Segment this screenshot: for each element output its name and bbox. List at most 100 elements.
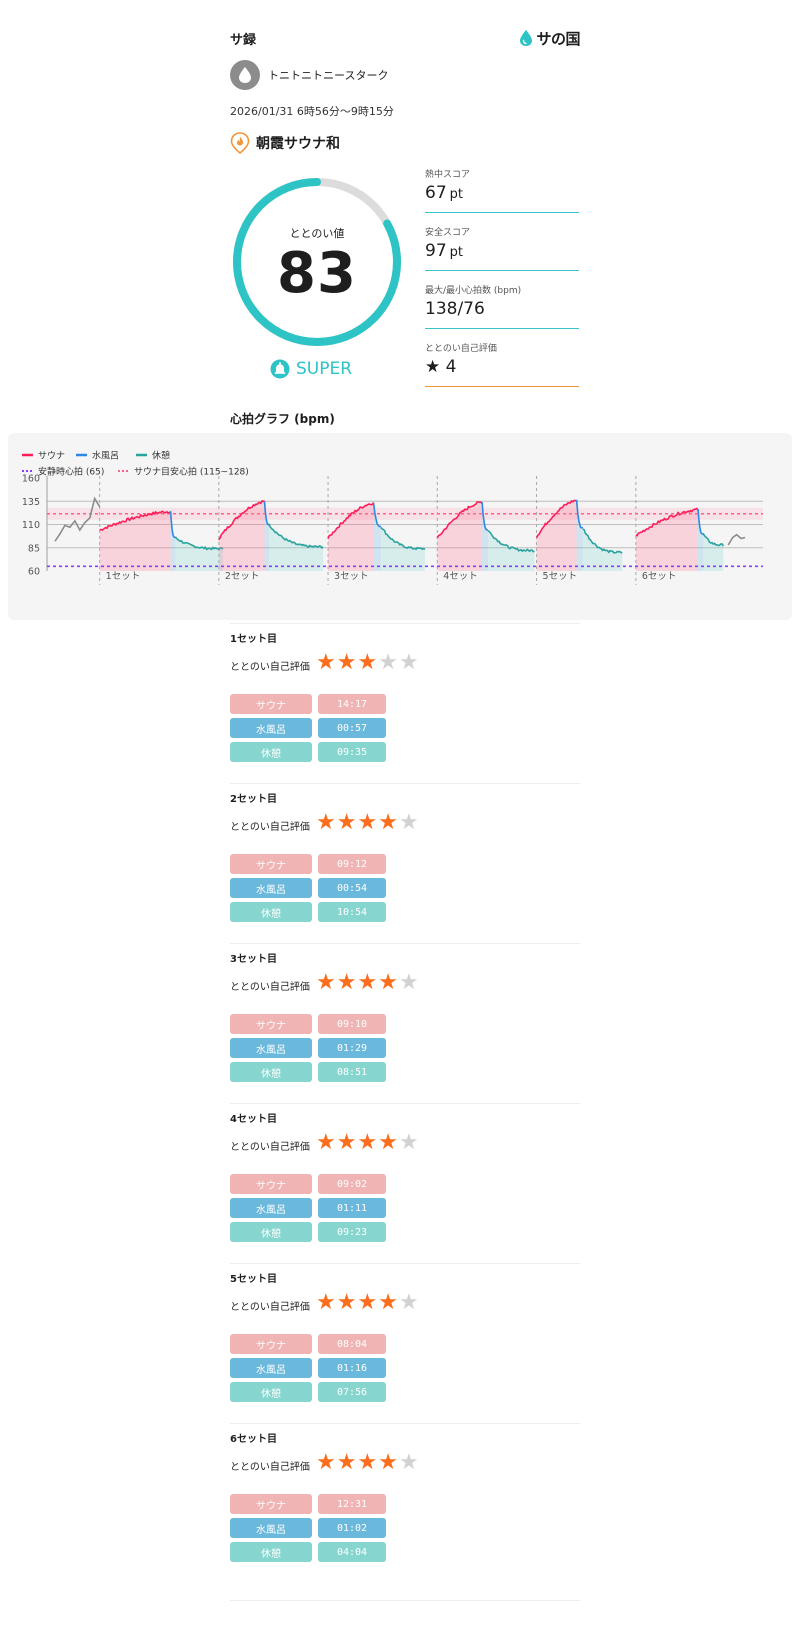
star-filled-icon: ★ (357, 1450, 378, 1475)
sauna-label-tag: サウナ (230, 694, 312, 714)
y-tick-label: 135 (22, 497, 40, 508)
heart-rate-range: 最大/最小心拍数 (bpm) 138/76 (425, 283, 579, 329)
stat-label: 安全スコア (425, 228, 471, 238)
user-name[interactable]: トニトニトニースターク (268, 67, 388, 83)
sauna-time-tag: 12:31 (318, 1494, 386, 1514)
star-filled-icon: ★ (357, 810, 378, 835)
facility-name[interactable]: 朝霞サウナ和 (256, 133, 340, 153)
rank-text: SUPER (296, 359, 353, 379)
sauna-time-tag: 09:10 (318, 1014, 386, 1034)
sauna-heart-rate-area (99, 511, 171, 571)
set-rating-stars: ★ ★ ★ ★ ★ (316, 970, 419, 996)
rest-time-tag: 10:54 (318, 902, 386, 922)
stat-value: 138/76 (425, 299, 485, 319)
set-axis-label: 5セット (543, 571, 578, 582)
set-block-2: 2セット目 ととのい自己評価 ★ ★ ★ ★ ★ サウナ 09:12 水風呂 00:54 休憩 10:5… (230, 783, 580, 933)
stat-label: 熱中スコア (425, 170, 471, 180)
water-bath-time-tag: 01:02 (318, 1518, 386, 1538)
set-rating-label: ととのい自己評価 (230, 662, 310, 673)
rest-time-tag: 04:04 (318, 1542, 386, 1562)
legend-label: 水風呂 (92, 450, 119, 462)
brand-logo: サの国 (519, 28, 580, 49)
water-drop-icon (239, 67, 251, 83)
set-rating-label: ととのい自己評価 (230, 1302, 310, 1313)
heat-score: 熱中スコア 67 pt (425, 167, 579, 213)
app-title: サ録 (230, 32, 257, 48)
avatar[interactable] (230, 60, 260, 90)
set-block-5: 5セット目 ととのい自己評価 ★ ★ ★ ★ ★ サウナ 08:04 水風呂 01:16 休憩 07:5… (230, 1263, 580, 1413)
star-empty-icon: ★ (398, 1450, 419, 1475)
facility-row[interactable]: 朝霞サウナ和 (230, 130, 580, 156)
rank-badge: SUPER (270, 359, 352, 379)
user-row[interactable]: トニトニトニースターク (230, 60, 580, 90)
sauna-time-tag: 14:17 (318, 694, 386, 714)
set-title: 1セット目 (230, 634, 277, 645)
star-filled-icon: ★ (357, 970, 378, 995)
sauna-label-tag: サウナ (230, 1494, 312, 1514)
sauna-time-tag: 08:04 (318, 1334, 386, 1354)
set-rating-stars: ★ ★ ★ ★ ★ (316, 1130, 419, 1156)
heart-rate-chart-svg: サウナ 水風呂 休憩安静時心拍 (65) サウナ目安心拍 (115~128) 160 13… (22, 450, 763, 585)
legend-label: 安静時心拍 (65) (38, 466, 104, 478)
score-value: 83 (277, 241, 357, 306)
set-axis-label: 1セット (106, 571, 141, 582)
idle-heart-rate-line (727, 533, 746, 546)
set-rating-label: ととのい自己評価 (230, 822, 310, 833)
rest-label-tag: 休憩 (230, 1062, 312, 1082)
self-rating: ととのい自己評価 ★ 4 (425, 341, 579, 387)
rest-label-tag: 休憩 (230, 742, 312, 762)
heat-score-value: 67 (425, 183, 447, 203)
star-filled-icon: ★ (316, 1290, 336, 1315)
water-bath-time-tag: 00:54 (318, 878, 386, 898)
star-filled-icon: ★ (336, 810, 357, 835)
star-filled-icon: ★ (378, 1130, 398, 1155)
rest-heart-rate-area (269, 523, 324, 571)
star-filled-icon: ★ (316, 970, 336, 995)
sauna-label-tag: サウナ (230, 1174, 312, 1194)
set-axis-label: 4セット (443, 571, 478, 582)
star-filled-icon: ★ (357, 1130, 378, 1155)
heart-rate-graph-title: 心拍グラフ (bpm) (230, 412, 335, 426)
legend-label: サウナ (38, 451, 65, 462)
safety-score: 安全スコア 97 pt (425, 225, 579, 271)
stat-value: 67 pt (425, 183, 463, 203)
set-rating-label: ととのい自己評価 (230, 1462, 310, 1473)
star-filled-icon: ★ (336, 1130, 357, 1155)
legend-label: 休憩 (152, 450, 170, 462)
stat-unit: pt (449, 245, 463, 260)
rest-time-tag: 09:35 (318, 742, 386, 762)
star-filled-icon: ★ (336, 1450, 357, 1475)
water-bath-label-tag: 水風呂 (230, 718, 312, 738)
set-rating-stars: ★ ★ ★ ★ ★ (316, 650, 419, 676)
star-filled-icon: ★ (378, 810, 398, 835)
star-filled-icon: ★ (378, 1290, 398, 1315)
rest-label-tag: 休憩 (230, 1222, 312, 1242)
sauna-time-tag: 09:02 (318, 1174, 386, 1194)
divider (230, 1600, 580, 1601)
stat-unit: pt (449, 187, 463, 202)
water-bath-label-tag: 水風呂 (230, 1358, 312, 1378)
water-bath-time-tag: 01:29 (318, 1038, 386, 1058)
set-rating-stars: ★ ★ ★ ★ ★ (316, 1290, 419, 1316)
set-block-3: 3セット目 ととのい自己評価 ★ ★ ★ ★ ★ サウナ 09:10 水風呂 01:29 休憩 08:5… (230, 943, 580, 1093)
set-title: 2セット目 (230, 794, 277, 805)
set-block-4: 4セット目 ととのい自己評価 ★ ★ ★ ★ ★ サウナ 09:02 水風呂 01:11 休憩 09:2… (230, 1103, 580, 1253)
self-rating-value: ★ 4 (425, 357, 457, 377)
star-empty-icon: ★ (398, 1290, 419, 1315)
score-label: ととのい値 (289, 227, 345, 240)
set-title: 6セット目 (230, 1434, 277, 1445)
set-axis-label: 6セット (642, 571, 677, 582)
set-title: 3セット目 (230, 954, 277, 965)
sauna-label-tag: サウナ (230, 1334, 312, 1354)
star-filled-icon: ★ (336, 650, 357, 675)
stat-label: ととのい自己評価 (425, 344, 497, 354)
set-title: 4セット目 (230, 1114, 277, 1125)
rest-heart-rate-area (703, 533, 724, 571)
star-filled-icon: ★ (316, 810, 336, 835)
heart-rate-range-value: 138/76 (425, 299, 485, 319)
star-empty-icon: ★ (378, 650, 398, 675)
water-drop-icon (520, 30, 533, 46)
star-filled-icon: ★ (336, 1290, 357, 1315)
heart-rate-chart: サウナ 水風呂 休憩 安静時心拍 (65) サウナ目安心拍 (115~128) 160 13… (8, 433, 792, 620)
y-tick-label: 60 (28, 567, 40, 578)
